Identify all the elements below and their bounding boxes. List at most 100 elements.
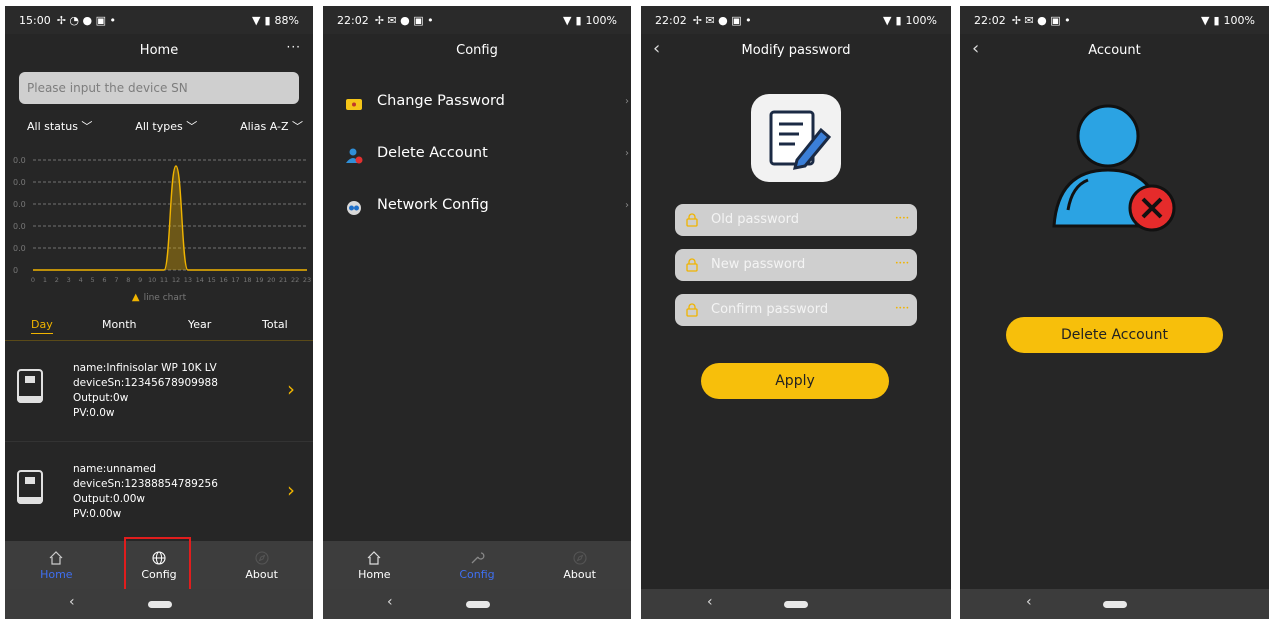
tab-home[interactable]: Home: [323, 541, 426, 589]
device-info: name:Infinisolar WP 10K LV deviceSn:1234…: [73, 361, 218, 421]
device-list-item[interactable]: name:unnamed deviceSn:12388854789256 Out…: [5, 442, 313, 543]
home-pill[interactable]: [148, 601, 172, 608]
home-pill[interactable]: [784, 601, 808, 608]
x-tick-label: 1: [43, 276, 47, 284]
home-icon: [49, 550, 63, 565]
compass-icon: [255, 550, 269, 565]
x-tick-label: 13: [184, 276, 192, 284]
battery-icon: ▮: [264, 13, 271, 27]
confirm-password-field[interactable]: Confirm password ••••: [675, 294, 917, 326]
status-bar: 15:00 ✢ ◔ ● ▣ • ▼ ▮ 88%: [5, 6, 313, 34]
x-tick-label: 23: [303, 276, 311, 284]
page-title: Modify password: [741, 42, 851, 58]
device-output: Output:0.00w: [73, 493, 145, 505]
tab-config[interactable]: Config: [426, 541, 529, 589]
tab-about[interactable]: About: [528, 541, 631, 589]
type-filter[interactable]: All types ﹀: [135, 118, 197, 142]
wifi-icon: ▼: [883, 13, 892, 27]
battery-icon: ▮: [895, 13, 902, 27]
device-sn: deviceSn:12388854789256: [73, 478, 218, 490]
tab-total[interactable]: Total: [262, 318, 288, 331]
battery-level: 100%: [585, 13, 617, 27]
x-tick-label: 21: [279, 276, 287, 284]
device-output: Output:0w: [73, 392, 129, 404]
search-input[interactable]: Please input the device SN: [19, 72, 299, 104]
page-title: Config: [456, 42, 498, 58]
sort-filter[interactable]: Alias A-Z ﹀: [240, 118, 303, 142]
chevron-right-icon: ›: [625, 96, 629, 107]
more-options-icon[interactable]: ···: [287, 40, 301, 54]
x-tick-label: 15: [208, 276, 216, 284]
system-nav-bar: ‹: [960, 589, 1269, 619]
battery-level: 100%: [1223, 13, 1255, 27]
tab-month[interactable]: Month: [102, 318, 136, 331]
chevron-right-icon[interactable]: ›: [287, 377, 295, 401]
x-tick-label: 18: [243, 276, 251, 284]
x-tick-label: 6: [102, 276, 106, 284]
delete-account-button[interactable]: Delete Account: [1006, 317, 1223, 353]
status-time: 22:02: [655, 13, 687, 27]
device-pv: PV:0.00w: [73, 508, 122, 520]
back-nav-icon[interactable]: ‹: [707, 594, 713, 610]
back-arrow-icon[interactable]: ‹: [972, 38, 979, 59]
legend-triangle-icon: ▲: [131, 292, 140, 303]
device-list-item[interactable]: name:Infinisolar WP 10K LV deviceSn:1234…: [5, 341, 313, 442]
back-nav-icon[interactable]: ‹: [387, 594, 393, 610]
x-tick-label: 14: [196, 276, 204, 284]
home-pill[interactable]: [466, 601, 490, 608]
device-sn: deviceSn:12345678909988: [73, 377, 218, 389]
tab-about[interactable]: About: [210, 541, 313, 589]
status-time: 22:02: [337, 13, 369, 27]
chevron-right-icon[interactable]: ›: [287, 478, 295, 502]
back-arrow-icon[interactable]: ‹: [653, 38, 660, 59]
delete-user-icon: [346, 148, 363, 164]
delete-user-icon: [1052, 104, 1176, 232]
status-bar: 22:02 ✢ ✉ ● ▣ • ▼ ▮ 100%: [323, 6, 631, 34]
edit-document-icon: [751, 94, 841, 182]
new-password-field[interactable]: New password ••••: [675, 249, 917, 281]
config-tab-highlight: [124, 537, 191, 594]
status-bar: 22:02 ✢ ✉ ● ▣ • ▼ ▮ 100%: [641, 6, 951, 34]
status-time: 22:02: [974, 13, 1006, 27]
menu-change-password[interactable]: Change Password ›: [323, 78, 631, 130]
old-password-field[interactable]: Old password ••••: [675, 204, 917, 236]
config-screen: 22:02 ✢ ✉ ● ▣ • ▼ ▮ 100% Config Change Pass…: [323, 6, 631, 619]
x-tick-label: 2: [55, 276, 59, 284]
status-filter[interactable]: All status ﹀: [27, 118, 92, 142]
hidden-eye-icon: ••••: [895, 215, 910, 222]
app-bar: Config: [323, 34, 631, 66]
chevron-right-icon: ›: [625, 148, 629, 159]
tab-home[interactable]: Home: [5, 541, 108, 589]
device-info: name:unnamed deviceSn:12388854789256 Out…: [73, 462, 218, 522]
x-tick-label: 9: [138, 276, 142, 284]
system-nav-bar: ‹: [641, 589, 951, 619]
device-name: name:Infinisolar WP 10K LV: [73, 362, 217, 374]
home-icon: [367, 550, 381, 565]
home-screen: 15:00 ✢ ◔ ● ▣ • ▼ ▮ 88% Home ··· Please inp…: [5, 6, 313, 619]
menu-network-config[interactable]: Network Config ›: [323, 182, 631, 234]
menu-delete-account[interactable]: Delete Account ›: [323, 130, 631, 182]
x-tick-label: 12: [172, 276, 180, 284]
inverter-icon: [17, 470, 43, 504]
device-name: name:unnamed: [73, 463, 157, 475]
wifi-icon: ▼: [1201, 13, 1210, 27]
apply-button[interactable]: Apply: [701, 363, 889, 399]
inverter-icon: [17, 369, 43, 403]
page-title: Home: [139, 42, 179, 58]
y-tick-label: 0.0: [13, 244, 26, 253]
back-nav-icon[interactable]: ‹: [1026, 594, 1032, 610]
line-chart: 0.00.00.00.00.000 1 2 3 4 5 6 7 8 9 10 11 12 13 14 15 16…: [13, 156, 311, 284]
hidden-eye-icon: ••••: [895, 305, 910, 312]
lock-icon: [686, 303, 698, 317]
bottom-tab-bar: Home Config About: [323, 541, 631, 589]
tab-year[interactable]: Year: [188, 318, 211, 331]
chart-legend: ▲ line chart: [131, 292, 187, 303]
notification-icons: ✢ ✉ ● ▣ •: [1011, 13, 1071, 27]
x-tick-label: 11: [160, 276, 168, 284]
tab-day[interactable]: Day: [31, 318, 53, 334]
home-pill[interactable]: [1103, 601, 1127, 608]
wifi-icon: ▼: [563, 13, 572, 27]
back-nav-icon[interactable]: ‹: [69, 594, 75, 610]
app-bar: ‹ Modify password: [641, 34, 951, 66]
hidden-eye-icon: ••••: [895, 260, 910, 267]
